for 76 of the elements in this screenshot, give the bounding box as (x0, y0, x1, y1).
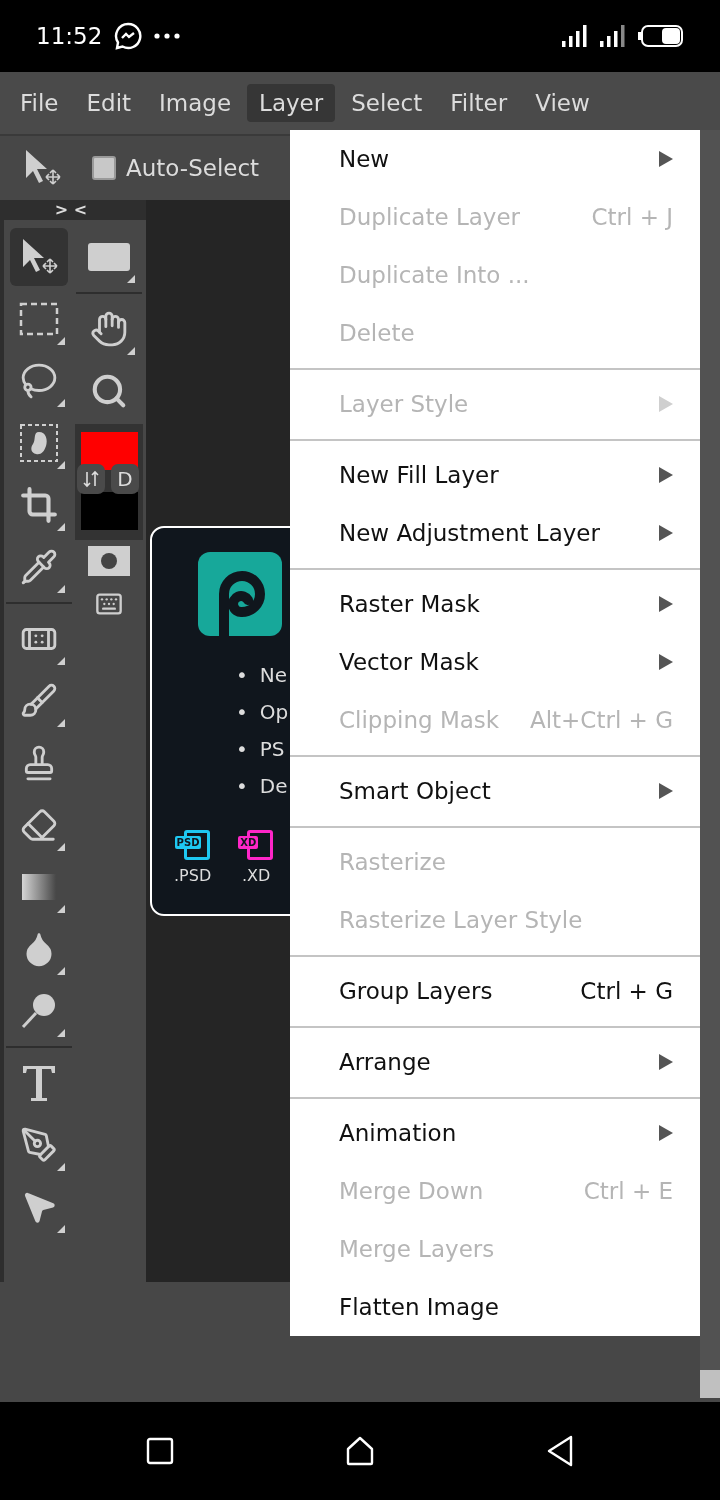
caret-icon (659, 1125, 673, 1141)
menu-item[interactable]: Animation (339, 1120, 659, 1146)
recents-icon[interactable] (145, 1437, 174, 1465)
gradient-icon (22, 874, 56, 900)
clock: 11:52 (36, 23, 103, 49)
menu-bar-item[interactable]: Image (147, 84, 244, 122)
menu-item[interactable]: Smart Object (339, 778, 659, 804)
pen-icon (20, 1126, 58, 1164)
logo-icon (198, 552, 282, 636)
more-icon (154, 33, 181, 39)
hand-icon (90, 310, 128, 348)
type-icon (21, 1063, 57, 1103)
shortcut-text: Ctrl + G (580, 978, 673, 1004)
menu-bar-item[interactable]: Select (339, 84, 435, 122)
caret-icon (659, 783, 673, 799)
lasso-icon (20, 362, 58, 400)
file-type-badge: XD (238, 836, 259, 849)
menu-bar-item[interactable]: View (523, 84, 602, 122)
eyedropper-icon (20, 548, 58, 586)
bullet-marker: • (236, 662, 248, 689)
menu-bar-item[interactable]: Layer (247, 84, 336, 122)
bullet-marker: • (236, 773, 248, 800)
scroll-thumb[interactable] (700, 1370, 720, 1398)
bullet-marker: • (236, 699, 248, 726)
shortcut-text: Ctrl + J (591, 204, 673, 230)
zoom-icon (90, 372, 128, 410)
marquee-icon (19, 302, 59, 336)
feature-text: Ne (259, 662, 288, 689)
swap-colors-button[interactable] (77, 464, 105, 494)
battery-icon (638, 25, 684, 47)
collapse-toggle[interactable]: > < (0, 200, 146, 220)
menu-bar-item[interactable]: Edit (74, 84, 144, 122)
file-type-label: .PSD (174, 866, 212, 885)
file-type-badge: PSD (174, 836, 202, 849)
caret-icon (659, 151, 673, 167)
file-type-label: .XD (242, 866, 271, 885)
home-icon[interactable] (345, 1436, 375, 1466)
tool-button[interactable] (10, 228, 68, 286)
checkbox-label: Auto-Select (126, 155, 260, 181)
eraser-icon (20, 806, 58, 844)
menu-item[interactable]: New (339, 146, 659, 172)
messenger-icon (114, 22, 143, 50)
signal-icon (562, 25, 588, 47)
menu-item[interactable]: New Adjustment Layer (339, 520, 659, 546)
menu-bar-item[interactable]: Filter (438, 84, 520, 122)
caret-icon (659, 525, 673, 541)
menu-item[interactable]: Arrange (339, 1049, 659, 1075)
shortcut-text: Alt+Ctrl + G (529, 707, 673, 733)
brush-icon (20, 682, 58, 720)
scrollbar[interactable] (700, 130, 720, 1398)
caret-icon (659, 654, 673, 670)
menu-item[interactable]: Raster Mask (339, 591, 659, 617)
menu-bar-item[interactable]: File (8, 84, 71, 122)
menu-item[interactable]: Vector Mask (339, 649, 659, 675)
color-swatch[interactable] (81, 492, 138, 530)
signal-icon (600, 25, 626, 47)
caret-icon (659, 1054, 673, 1070)
swap-icon (83, 470, 99, 488)
crop-icon (20, 486, 58, 524)
menu-item[interactable]: Group Layers (339, 978, 581, 1004)
caret-icon (659, 467, 673, 483)
default-colors-button[interactable]: D (111, 464, 139, 494)
caret-icon (659, 396, 673, 412)
menu-item[interactable]: New Fill Layer (339, 462, 659, 488)
back-icon[interactable] (546, 1435, 575, 1467)
feature-text: PS (259, 736, 285, 763)
shortcut-text: Ctrl + E (583, 1178, 673, 1204)
quick-select-icon (19, 423, 59, 463)
bullet-marker: • (236, 736, 248, 763)
feature-text: Op (259, 699, 289, 726)
checkbox[interactable] (92, 156, 116, 180)
quick-mask-button[interactable] (88, 546, 130, 576)
rectangle-icon (88, 243, 130, 271)
caret-icon (659, 596, 673, 612)
menu-item[interactable]: Flatten Image (339, 1294, 673, 1320)
feature-text: De (259, 773, 288, 800)
